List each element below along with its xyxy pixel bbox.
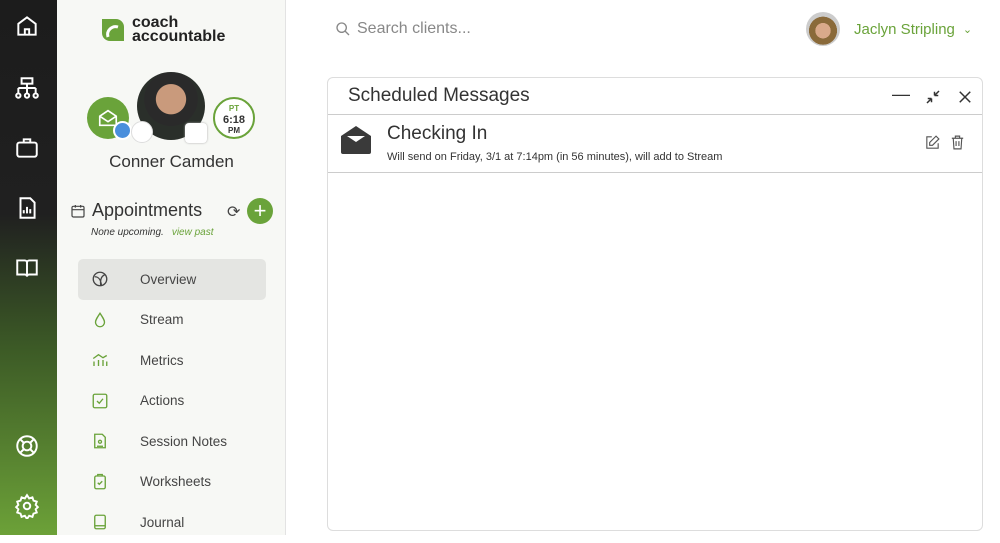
trash-icon[interactable] <box>949 134 966 151</box>
gear-icon[interactable] <box>13 492 41 520</box>
metrics-icon <box>90 350 110 370</box>
nav-session-notes[interactable]: Session Notes <box>78 421 266 462</box>
client-name: Conner Camden <box>109 152 234 171</box>
no-appointments-text: None upcoming. <box>91 227 164 238</box>
view-past-link[interactable]: view past <box>172 227 214 238</box>
chevron-down-icon: ⌄ <box>962 23 973 36</box>
handshake-icon[interactable] <box>131 121 153 143</box>
report-icon[interactable] <box>13 194 41 222</box>
journal-icon <box>90 512 110 532</box>
client-search[interactable]: Search clients... <box>335 20 471 38</box>
app-rail <box>0 0 57 535</box>
nav-metrics[interactable]: Metrics <box>78 340 266 381</box>
message-title: Checking In <box>387 123 488 144</box>
appointments-header: Appointments <box>70 200 202 221</box>
hierarchy-icon[interactable] <box>13 74 41 102</box>
nav-label: Stream <box>140 312 184 328</box>
note-icon <box>90 431 110 451</box>
overview-icon <box>90 269 110 289</box>
nav-stream[interactable]: Stream <box>78 300 266 341</box>
home-icon[interactable] <box>13 12 41 40</box>
user-avatar <box>806 12 840 46</box>
checkbox-icon <box>90 391 110 411</box>
panel-title: Scheduled Messages <box>348 85 530 106</box>
collapse-icon[interactable] <box>924 88 942 106</box>
id-card-icon[interactable] <box>185 123 207 143</box>
ampm: PM <box>228 126 240 135</box>
nav-actions[interactable]: Actions <box>78 381 266 422</box>
nav-label: Overview <box>140 271 197 287</box>
message-detail: Will send on Friday, 3/1 at 7:14pm (in 5… <box>387 151 723 163</box>
user-menu[interactable]: Jaclyn Stripling ⌄ <box>806 12 972 46</box>
nav-label: Session Notes <box>140 433 228 449</box>
envelope-icon <box>341 126 371 154</box>
nav-label: Journal <box>140 514 185 530</box>
minimize-icon[interactable]: — <box>892 84 910 106</box>
nav-label: Metrics <box>140 352 184 368</box>
clipboard-icon <box>90 472 110 492</box>
time: 6:18 <box>222 114 246 126</box>
client-nav: Overview Stream Metrics Actions Session … <box>78 259 266 543</box>
message-row[interactable]: Checking In Will send on Friday, 3/1 at … <box>328 115 982 173</box>
nav-label: Actions <box>140 393 185 409</box>
logo-text-2: accountable <box>132 28 226 45</box>
refresh-icon[interactable]: ⟳ <box>227 202 240 222</box>
user-name: Jaclyn Stripling <box>854 20 955 38</box>
search-icon <box>336 22 350 36</box>
lifebuoy-icon[interactable] <box>13 432 41 460</box>
add-appointment-button[interactable]: + <box>247 198 273 224</box>
timezone: PT <box>228 104 240 113</box>
nav-journal[interactable]: Journal <box>78 502 266 543</box>
leaf-logo-icon <box>102 19 124 41</box>
book-icon[interactable] <box>13 254 41 282</box>
clock-icon[interactable] <box>113 121 132 140</box>
calendar-icon <box>71 204 85 218</box>
client-sidebar: coach accountable PT 6:18 PM Conner Camden … <box>57 0 286 535</box>
edit-icon[interactable] <box>924 134 941 151</box>
search-input[interactable]: Search clients... <box>357 20 471 38</box>
logo: coach accountable <box>100 15 226 45</box>
nav-label: Worksheets <box>140 474 212 490</box>
close-icon[interactable] <box>956 88 974 106</box>
drop-icon <box>90 310 110 330</box>
client-local-time: PT 6:18 PM <box>213 97 255 139</box>
appointments-title: Appointments <box>92 200 203 220</box>
nav-worksheets[interactable]: Worksheets <box>78 462 266 503</box>
nav-overview[interactable]: Overview <box>78 259 266 300</box>
scheduled-messages-panel: Scheduled Messages — Checking In Will se… <box>327 77 983 531</box>
briefcase-icon[interactable] <box>13 134 41 162</box>
